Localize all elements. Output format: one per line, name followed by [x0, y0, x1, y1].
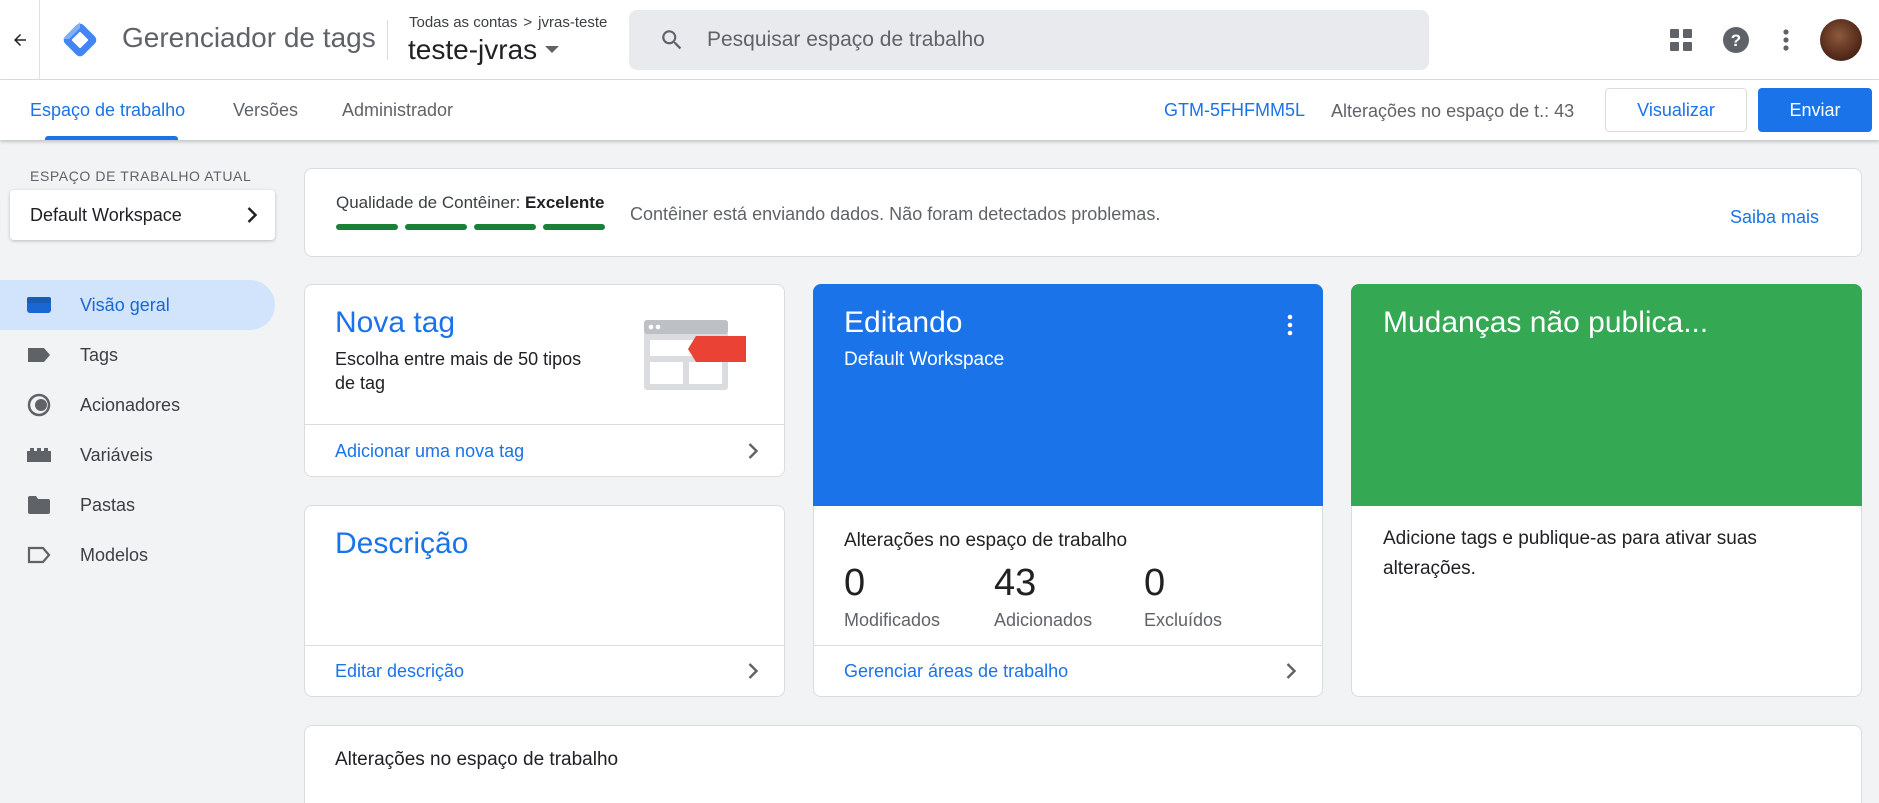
- chevron-right-icon[interactable]: [748, 443, 758, 459]
- tab-workspace[interactable]: Espaço de trabalho: [30, 100, 185, 121]
- workspace-changes-count: Alterações no espaço de t.: 43: [1331, 101, 1575, 121]
- quality-score-bar: [543, 224, 605, 230]
- caret-down-icon: [545, 46, 560, 54]
- container-id-link[interactable]: GTM-5FHFMM5L: [1164, 100, 1305, 121]
- description-title: Descrição: [335, 527, 469, 560]
- sidebar-item-variables[interactable]: Variáveis: [0, 430, 275, 480]
- current-workspace-label: ESPAÇO DE TRABALHO ATUAL: [30, 168, 252, 184]
- breadcrumb-separator: >: [523, 14, 533, 31]
- container-name: teste-jvras: [408, 34, 538, 65]
- added-label: Adicionados: [994, 610, 1093, 630]
- new-tag-subtitle-line1: Escolha entre mais de 50 tipos: [335, 349, 582, 369]
- quality-score-bar: [336, 224, 398, 230]
- search-icon: [659, 27, 685, 53]
- quality-value: Excelente: [525, 193, 605, 212]
- card-divider: [814, 645, 1322, 646]
- quality-label-text: Qualidade de Contêiner:: [336, 193, 521, 212]
- workspace-changes-title: Alterações no espaço de trabalho: [335, 749, 619, 770]
- edit-description-link[interactable]: Editar descrição: [335, 661, 464, 682]
- breadcrumb[interactable]: Todas as contas > jvras-teste: [409, 14, 607, 31]
- sidebar-item-triggers[interactable]: Acionadores: [0, 380, 275, 430]
- trigger-icon: [0, 392, 80, 418]
- tab-admin[interactable]: Administrador: [342, 100, 453, 121]
- back-arrow-icon: [11, 31, 29, 49]
- modified-count: 0: [844, 562, 866, 604]
- search-input[interactable]: [707, 28, 1387, 52]
- new-tag-subtitle-line2: de tag: [335, 373, 386, 393]
- preview-button[interactable]: Visualizar: [1605, 88, 1747, 132]
- gtm-logo[interactable]: [60, 20, 100, 60]
- avatar[interactable]: [1820, 19, 1862, 61]
- sidebar-item-label: Pastas: [80, 494, 136, 515]
- sidebar-item-overview[interactable]: Visão geral: [0, 280, 275, 330]
- chevron-right-icon: [247, 207, 257, 223]
- template-icon: [0, 546, 80, 564]
- new-tag-illustration-icon: [642, 318, 748, 392]
- help-icon[interactable]: ?: [1716, 20, 1756, 60]
- submit-button[interactable]: Enviar: [1758, 88, 1872, 132]
- more-vert-icon[interactable]: [1287, 314, 1293, 336]
- deleted-count: 0: [1144, 562, 1166, 604]
- sidebar-item-label: Modelos: [80, 544, 149, 565]
- apps-grid-icon[interactable]: [1661, 20, 1701, 60]
- learn-more-link[interactable]: Saiba mais: [1730, 207, 1819, 228]
- deleted-label: Excluídos: [1144, 610, 1223, 630]
- new-tag-title[interactable]: Nova tag: [335, 306, 455, 340]
- sidebar-item-label: Variáveis: [80, 444, 153, 465]
- more-vert-icon[interactable]: [1766, 20, 1806, 60]
- sidebar-item-label: Acionadores: [80, 394, 181, 415]
- breadcrumb-account[interactable]: jvras-teste: [538, 14, 607, 31]
- sidebar-item-folders[interactable]: Pastas: [0, 480, 275, 530]
- unpublished-text-line1: Adicione tags e publique-as para ativar …: [1383, 528, 1757, 549]
- app-title: Gerenciador de tags: [122, 22, 376, 53]
- quality-message: Contêiner está enviando dados. Não foram…: [630, 204, 1161, 224]
- sidebar-item-label: Visão geral: [80, 294, 170, 315]
- variable-icon: [0, 447, 80, 463]
- breadcrumb-root[interactable]: Todas as contas: [409, 14, 517, 31]
- workspace-selector[interactable]: Default Workspace: [10, 190, 275, 240]
- added-count: 43: [994, 562, 1037, 604]
- folder-icon: [0, 495, 80, 515]
- add-new-tag-link[interactable]: Adicionar uma nova tag: [335, 441, 524, 462]
- chevron-right-icon[interactable]: [748, 663, 758, 679]
- sidebar-item-label: Tags: [80, 344, 119, 365]
- container-selector[interactable]: teste-jvras: [408, 34, 560, 66]
- tab-versions[interactable]: Versões: [233, 100, 298, 121]
- active-tab-indicator: [45, 136, 178, 140]
- sidebar-item-templates[interactable]: Modelos: [0, 530, 275, 580]
- overview-icon: [0, 295, 80, 315]
- quality-score-bar: [474, 224, 536, 230]
- unpublished-text-line2: alterações.: [1383, 558, 1476, 579]
- title-divider: [387, 20, 388, 60]
- card-divider: [305, 424, 784, 425]
- workspace-changes-heading: Alterações no espaço de trabalho: [844, 530, 1128, 551]
- card-divider: [305, 645, 784, 646]
- editing-title: Editando: [844, 306, 963, 339]
- quality-score-bar: [405, 224, 467, 230]
- manage-workspaces-link[interactable]: Gerenciar áreas de trabalho: [844, 661, 1068, 682]
- tag-icon: [0, 346, 80, 364]
- modified-label: Modificados: [844, 610, 941, 630]
- workspace-name: Default Workspace: [30, 204, 182, 225]
- search-bar[interactable]: [629, 10, 1429, 70]
- unpublished-title: Mudanças não publica...: [1383, 306, 1709, 339]
- back-button[interactable]: [0, 0, 40, 80]
- svg-text:?: ?: [1731, 31, 1741, 50]
- container-quality-label: Qualidade de Contêiner: Excelente: [336, 193, 604, 213]
- chevron-right-icon[interactable]: [1286, 663, 1296, 679]
- editing-workspace-name: Default Workspace: [844, 349, 1005, 370]
- sidebar-item-tags[interactable]: Tags: [0, 330, 275, 380]
